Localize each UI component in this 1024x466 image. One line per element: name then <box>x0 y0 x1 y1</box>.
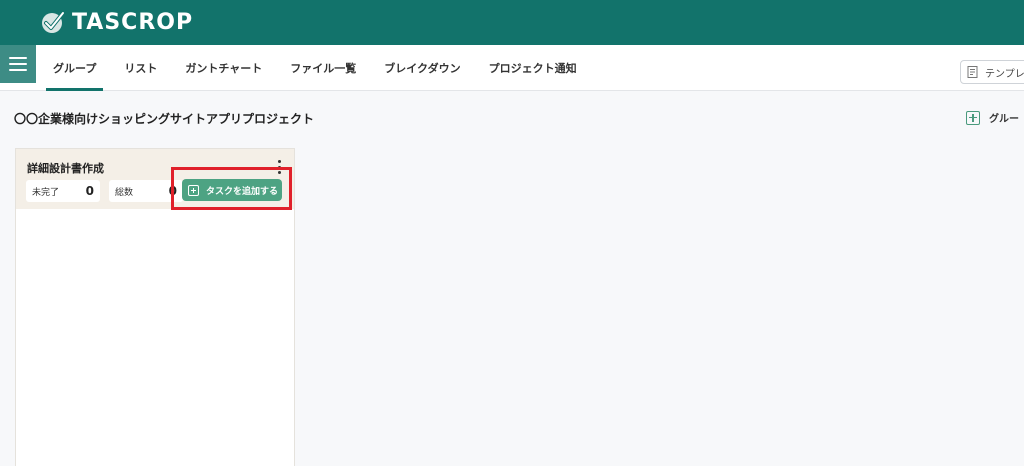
tab-project-notification[interactable]: プロジェクト通知 <box>476 45 590 91</box>
template-button-label: テンプレ <box>985 68 1024 80</box>
template-doc-icon <box>967 66 978 78</box>
plus-square-icon <box>966 110 980 125</box>
view-tabs: グループ リスト ガントチャート ファイル一覧 ブレイクダウン プロジェクト通知 <box>40 45 592 91</box>
total-label: 総数 <box>115 187 134 198</box>
hamburger-icon[interactable] <box>0 45 36 83</box>
incomplete-count-badge: 未完了 0 <box>26 180 100 202</box>
tab-breakdown[interactable]: ブレイクダウン <box>371 45 473 91</box>
tab-group[interactable]: グループ <box>40 45 109 91</box>
top-bar: TASCROP <box>0 0 1024 45</box>
tab-gantt-chart[interactable]: ガントチャート <box>172 45 275 91</box>
tab-list[interactable]: リスト <box>111 45 170 91</box>
brand-name: TASCROP <box>72 9 194 35</box>
add-group-label: グルー <box>989 114 1019 125</box>
incomplete-count: 0 <box>85 184 94 198</box>
add-task-label: タスクを追加する <box>206 186 279 197</box>
template-button[interactable]: テンプレ <box>960 60 1024 84</box>
app-logo[interactable]: TASCROP <box>40 8 193 36</box>
add-task-button[interactable]: タスクを追加する <box>182 179 282 201</box>
project-title: 〇〇企業様向けショッピングサイトアプリプロジェクト <box>14 112 315 126</box>
group-title[interactable]: 詳細設計書作成 <box>27 160 104 176</box>
tab-file-list[interactable]: ファイル一覧 <box>277 45 369 91</box>
plus-square-icon <box>188 184 199 196</box>
tab-bar: グループ リスト ガントチャート ファイル一覧 ブレイクダウン プロジェクト通知… <box>0 45 1024 91</box>
incomplete-label: 未完了 <box>32 187 60 198</box>
check-badge-icon <box>42 11 65 33</box>
add-group-button[interactable]: グルー <box>966 110 1019 125</box>
